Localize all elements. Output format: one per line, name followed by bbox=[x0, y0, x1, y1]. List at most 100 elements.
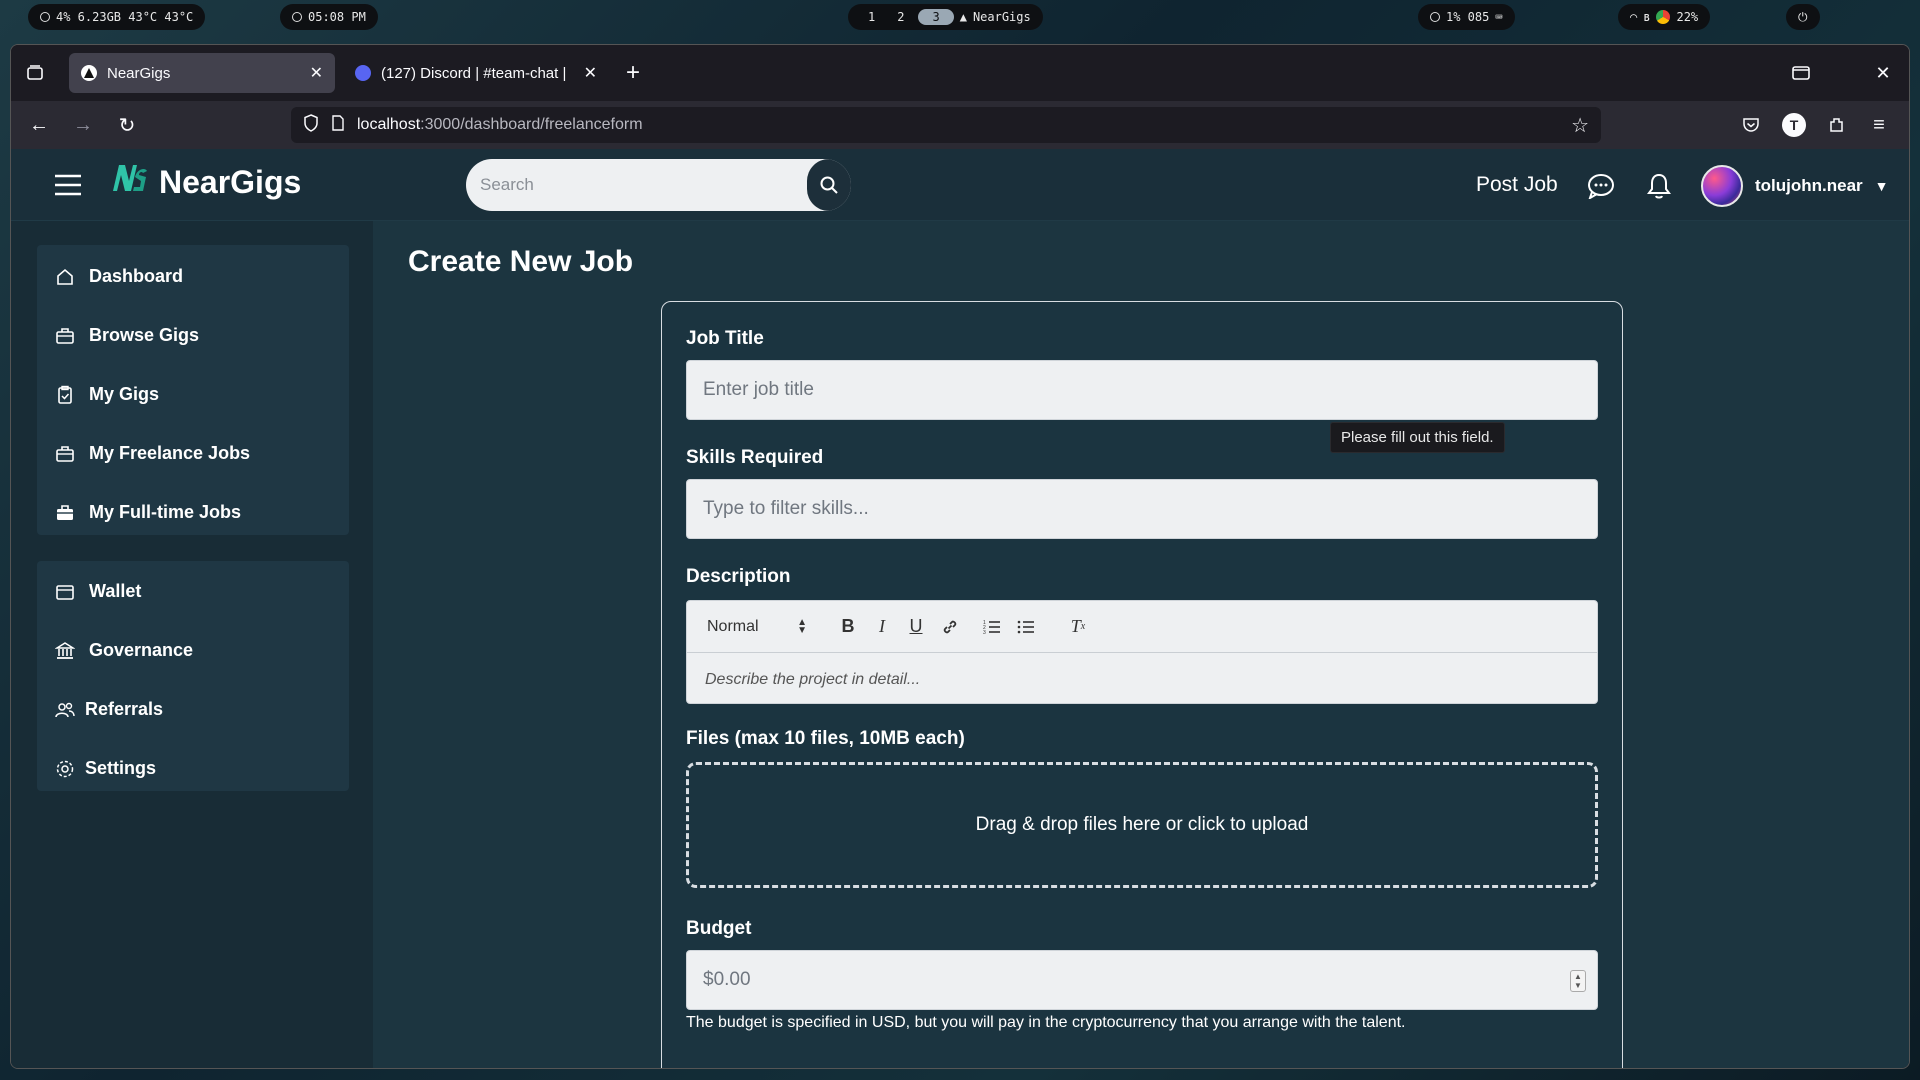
neargigs-logo-icon bbox=[111, 163, 149, 201]
user-menu[interactable]: tolujohn.near ▼ bbox=[1701, 165, 1889, 207]
sidebar-item-my-gigs[interactable]: My Gigs bbox=[37, 365, 349, 424]
discord-icon bbox=[355, 65, 371, 81]
tray: ◠ ʙ 22% bbox=[1618, 4, 1711, 30]
sidebar-item-browse-gigs[interactable]: Browse Gigs bbox=[37, 306, 349, 365]
url-path: :3000/dashboard/freelanceform bbox=[420, 116, 643, 133]
status-indicators: 1% 085 ⌨ bbox=[1418, 4, 1515, 30]
clipboard-icon bbox=[58, 385, 72, 404]
workspace-3[interactable]: 3 bbox=[918, 9, 954, 25]
status-text: 1% 085 bbox=[1446, 10, 1490, 24]
workspace-2[interactable]: 2 bbox=[889, 9, 912, 25]
close-tab-icon[interactable]: ✕ bbox=[584, 63, 597, 83]
close-tab-icon[interactable]: ✕ bbox=[310, 63, 323, 83]
create-job-form: Job Title Please fill out this field. Sk… bbox=[661, 301, 1623, 1068]
post-job-link[interactable]: Post Job bbox=[1476, 173, 1558, 197]
page-icon bbox=[331, 114, 345, 136]
extensions-icon[interactable] bbox=[1825, 113, 1849, 137]
sidebar-item-settings[interactable]: Settings bbox=[37, 739, 349, 798]
tab-discord[interactable]: (127) Discord | #team-chat | ✕ bbox=[343, 53, 609, 93]
format-select[interactable]: Normal ▲ ▼ bbox=[707, 616, 807, 636]
messages-icon[interactable] bbox=[1586, 171, 1616, 201]
bookmark-star-icon[interactable]: ☆ bbox=[1571, 113, 1589, 138]
chevron-down-icon: ▼ bbox=[1874, 178, 1889, 194]
sidebar-item-my-freelance-jobs[interactable]: My Freelance Jobs bbox=[37, 424, 349, 483]
notifications-bell-icon[interactable] bbox=[1644, 171, 1674, 201]
sidebar-item-dashboard[interactable]: Dashboard bbox=[37, 247, 349, 306]
link-icon[interactable] bbox=[933, 612, 967, 642]
hamburger-menu-icon[interactable] bbox=[53, 171, 83, 199]
file-dropzone[interactable]: Drag & drop files here or click to uploa… bbox=[686, 762, 1598, 888]
close-window-icon[interactable]: ✕ bbox=[1871, 61, 1895, 85]
sidebar-item-label: Dashboard bbox=[89, 266, 184, 286]
sidebar-item-label: Referrals bbox=[85, 699, 164, 719]
forward-icon[interactable]: → bbox=[71, 113, 95, 137]
workspace-1[interactable]: 1 bbox=[860, 9, 883, 25]
sidebar-item-my-full-time-jobs[interactable]: My Full-time Jobs bbox=[37, 483, 349, 542]
new-tab-icon[interactable]: + bbox=[619, 59, 647, 87]
chrome-icon[interactable] bbox=[1656, 10, 1671, 24]
search-input[interactable] bbox=[466, 159, 796, 211]
pocket-icon[interactable] bbox=[1739, 113, 1763, 137]
bullet-list-icon[interactable] bbox=[1009, 612, 1043, 642]
reload-icon[interactable]: ↻ bbox=[115, 113, 139, 137]
description-editor: Normal ▲ ▼ B I U 123 Tx Describe the pro… bbox=[686, 600, 1598, 704]
url-bar[interactable]: localhost:3000/dashboard/freelanceform ☆ bbox=[291, 107, 1601, 143]
brand[interactable]: NearGigs bbox=[111, 163, 301, 201]
gear-icon bbox=[56, 760, 74, 777]
sidebar-secondary-group: Wallet Governance Referrals Settings bbox=[37, 561, 349, 791]
job-title-input[interactable] bbox=[686, 360, 1598, 420]
sidebar-primary-group: Dashboard Browse Gigs My Gigs My Freelan… bbox=[37, 245, 349, 535]
workspace-switcher[interactable]: 1 2 3 ▲ NearGigs bbox=[848, 4, 1043, 30]
restore-window-icon[interactable] bbox=[1789, 61, 1813, 85]
bank-icon bbox=[55, 641, 75, 659]
power-icon[interactable]: ⏻ bbox=[1798, 10, 1808, 25]
editor-toolbar: Normal ▲ ▼ B I U 123 Tx bbox=[687, 601, 1597, 653]
search-icon bbox=[820, 176, 838, 194]
power-menu[interactable]: ⏻ bbox=[1786, 4, 1820, 30]
skills-input[interactable] bbox=[686, 479, 1598, 539]
users-icon bbox=[55, 702, 75, 717]
briefcase-filled-icon bbox=[57, 504, 73, 520]
budget-label: Budget bbox=[686, 918, 752, 939]
sidebar-item-wallet[interactable]: Wallet bbox=[37, 562, 349, 621]
ordered-list-icon[interactable]: 123 bbox=[975, 612, 1009, 642]
svg-text:3: 3 bbox=[983, 630, 986, 635]
cpu-icon bbox=[40, 12, 50, 22]
sidebar-item-label: Wallet bbox=[89, 581, 142, 601]
clear-format-icon[interactable]: Tx bbox=[1061, 612, 1095, 642]
up-down-icon: ▲ ▼ bbox=[797, 616, 807, 636]
files-label: Files (max 10 files, 10MB each) bbox=[686, 728, 965, 749]
budget-input[interactable] bbox=[686, 950, 1598, 1010]
sidebar-item-label: Browse Gigs bbox=[89, 325, 200, 345]
number-stepper[interactable]: ▲ ▼ bbox=[1570, 970, 1586, 992]
tab-title: (127) Discord | #team-chat | bbox=[381, 64, 567, 82]
sidebar-item-referrals[interactable]: Referrals bbox=[37, 680, 349, 739]
profile-avatar[interactable]: T bbox=[1782, 113, 1806, 137]
neargigs-icon bbox=[81, 65, 97, 81]
search-button[interactable] bbox=[807, 159, 851, 211]
menu-icon[interactable]: ≡ bbox=[1867, 113, 1891, 137]
sidebar-item-governance[interactable]: Governance bbox=[37, 621, 349, 680]
sidebar-item-label: Governance bbox=[89, 640, 194, 660]
underline-icon[interactable]: U bbox=[899, 612, 933, 642]
sidebar: Dashboard Browse Gigs My Gigs My Freelan… bbox=[11, 221, 373, 1068]
search-box bbox=[466, 159, 851, 211]
wallet-icon bbox=[56, 584, 74, 600]
sidebar-item-label: My Freelance Jobs bbox=[89, 443, 251, 463]
tab-title: NearGigs bbox=[107, 64, 171, 82]
tab-neargigs[interactable]: NearGigs ✕ bbox=[69, 53, 335, 93]
description-textarea[interactable]: Describe the project in detail... bbox=[687, 653, 1597, 707]
bold-icon[interactable]: B bbox=[831, 612, 865, 642]
home-icon bbox=[57, 268, 73, 285]
status-icon bbox=[1430, 12, 1440, 22]
format-select-value: Normal bbox=[707, 617, 759, 635]
username: tolujohn.near bbox=[1755, 176, 1863, 195]
briefcase-icon bbox=[56, 327, 74, 344]
italic-icon[interactable]: I bbox=[865, 612, 899, 642]
system-stats: 4% 6.23GB 43°C 43°C bbox=[28, 4, 206, 30]
shield-icon[interactable] bbox=[303, 113, 319, 137]
back-icon[interactable]: ← bbox=[27, 113, 51, 137]
active-window-title: NearGigs bbox=[972, 10, 1031, 24]
tab-overview-icon[interactable] bbox=[23, 61, 47, 85]
description-placeholder: Describe the project in detail... bbox=[705, 671, 921, 688]
